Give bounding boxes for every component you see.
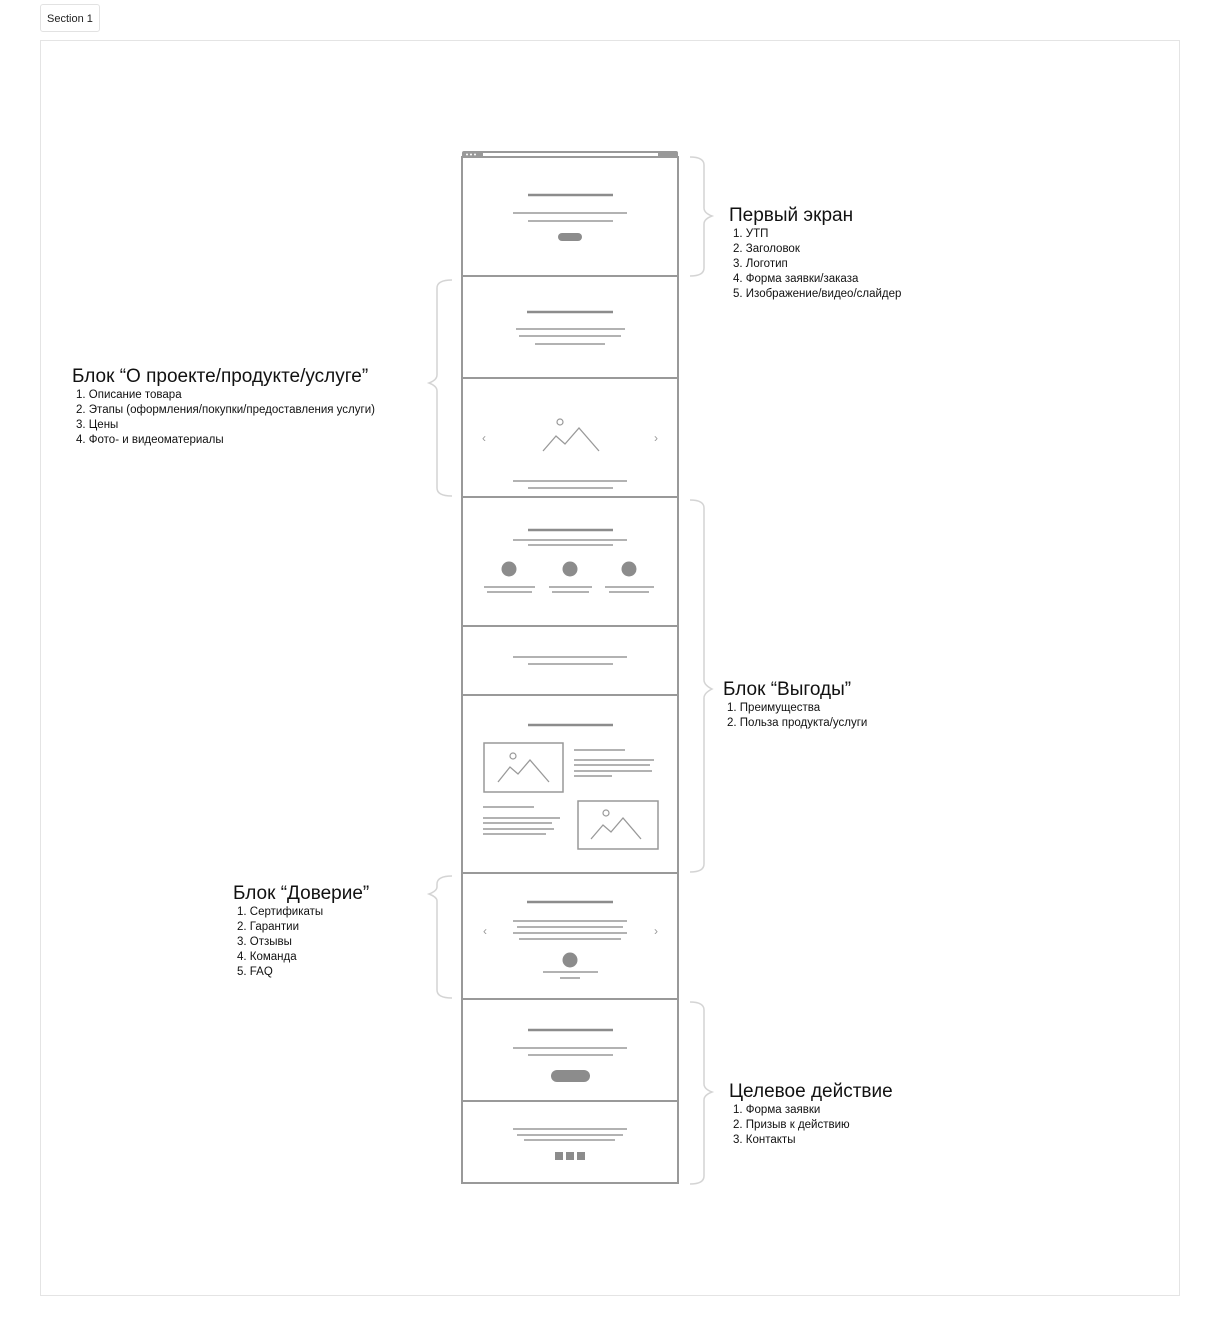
block-item: 1. Преимущества [727, 702, 821, 714]
block-item: 4. Форма заявки/заказа [733, 273, 859, 285]
feature-icon [562, 561, 578, 577]
block-item: 5. Изображение/видео/слайдер [733, 288, 902, 300]
block-item: 1. Описание товара [76, 389, 182, 401]
feature-icon [621, 561, 637, 577]
browser-window [461, 151, 679, 1184]
footer-section [513, 1128, 627, 1160]
cta-form-section [513, 1028, 627, 1082]
block-title: Блок “Выгоды” [723, 679, 852, 700]
block-label-benefits: Блок “Выгоды” 1. Преимущества 2. Польза … [723, 679, 867, 731]
social-icon [555, 1152, 563, 1160]
bracket-left-icon [426, 875, 453, 999]
block-item: 5. FAQ [237, 966, 273, 978]
block-title: Блок “О проекте/продукте/услуге” [72, 366, 369, 387]
block-item: 3. Логотип [733, 258, 788, 270]
block-item: 3. Контакты [733, 1134, 796, 1146]
feature-icon [501, 561, 517, 577]
block-items: 1. Описание товара 2. Этапы (оформления/… [72, 388, 375, 448]
window-dot-icon [466, 153, 468, 156]
block-items: 1. Форма заявки 2. Призыв к действию 3. … [729, 1103, 893, 1148]
chevron-left-icon: ‹ [482, 431, 486, 445]
block-item: 1. Форма заявки [733, 1104, 821, 1116]
text-strip-section [513, 656, 627, 665]
bracket-right-icon [689, 156, 715, 277]
testimonials-slider-section: ‹ › [483, 900, 658, 979]
landing-wireframe: ‹ › ‹ › [426, 151, 715, 1185]
block-label-about: Блок “О проекте/продукте/услуге” 1. Опис… [72, 366, 375, 448]
block-label-first-screen: Первый экран 1. УТП 2. Заголовок 3. Лого… [729, 205, 901, 302]
address-bar [483, 153, 658, 156]
social-icon [577, 1152, 585, 1160]
hero-section [513, 193, 627, 241]
image-mountain-icon [590, 817, 642, 840]
bracket-right-icon [689, 1001, 715, 1185]
avatar-shape [562, 952, 578, 968]
block-item: 3. Цены [76, 419, 119, 431]
window-dot-icon [470, 153, 472, 156]
block-item: 1. Сертификаты [237, 906, 324, 918]
about-text-section [516, 310, 625, 345]
media-text-section [483, 723, 659, 850]
block-title: Блок “Доверие” [233, 883, 370, 904]
window-dot-icon [474, 153, 476, 156]
block-title: Целевое действие [729, 1081, 893, 1102]
block-item: 4. Команда [237, 951, 297, 963]
chevron-right-icon: › [654, 431, 658, 445]
features-section [484, 528, 654, 593]
gallery-slider-section: ‹ › [482, 418, 658, 489]
block-items: 1. Преимущества 2. Польза продукта/услуг… [723, 701, 867, 731]
cta-button-shape [551, 1070, 590, 1082]
bracket-left-icon [426, 279, 453, 497]
block-item: 2. Призыв к действию [733, 1119, 850, 1131]
chevron-right-icon: › [654, 924, 658, 938]
image-placeholder [577, 800, 659, 850]
block-item: 3. Отзывы [237, 936, 292, 948]
social-icon [566, 1152, 574, 1160]
block-item: 2. Гарантии [237, 921, 300, 933]
image-sun-icon [509, 752, 517, 760]
block-item: 2. Этапы (оформления/покупки/предоставле… [76, 404, 375, 416]
block-title: Первый экран [729, 205, 854, 226]
block-label-target-action: Целевое действие 1. Форма заявки 2. Приз… [729, 1081, 893, 1148]
chevron-left-icon: ‹ [483, 924, 487, 938]
cta-button-shape [558, 233, 582, 241]
block-item: 2. Польза продукта/услуги [727, 717, 868, 729]
block-label-trust: Блок “Доверие” 1. Сертификаты 2. Гаранти… [233, 883, 369, 980]
image-sun-icon [602, 809, 610, 817]
bracket-right-icon [689, 499, 714, 873]
image-mountain-icon [542, 427, 600, 452]
block-items: 1. УТП 2. Заголовок 3. Логотип 4. Форма … [729, 227, 901, 302]
block-item: 2. Заголовок [733, 243, 800, 255]
image-sun-icon [556, 418, 564, 426]
block-item: 1. УТП [733, 228, 769, 240]
block-items: 1. Сертификаты 2. Гарантии 3. Отзывы 4. … [233, 905, 369, 980]
block-item: 4. Фото- и видеоматериалы [76, 434, 224, 446]
image-mountain-icon [497, 759, 550, 783]
